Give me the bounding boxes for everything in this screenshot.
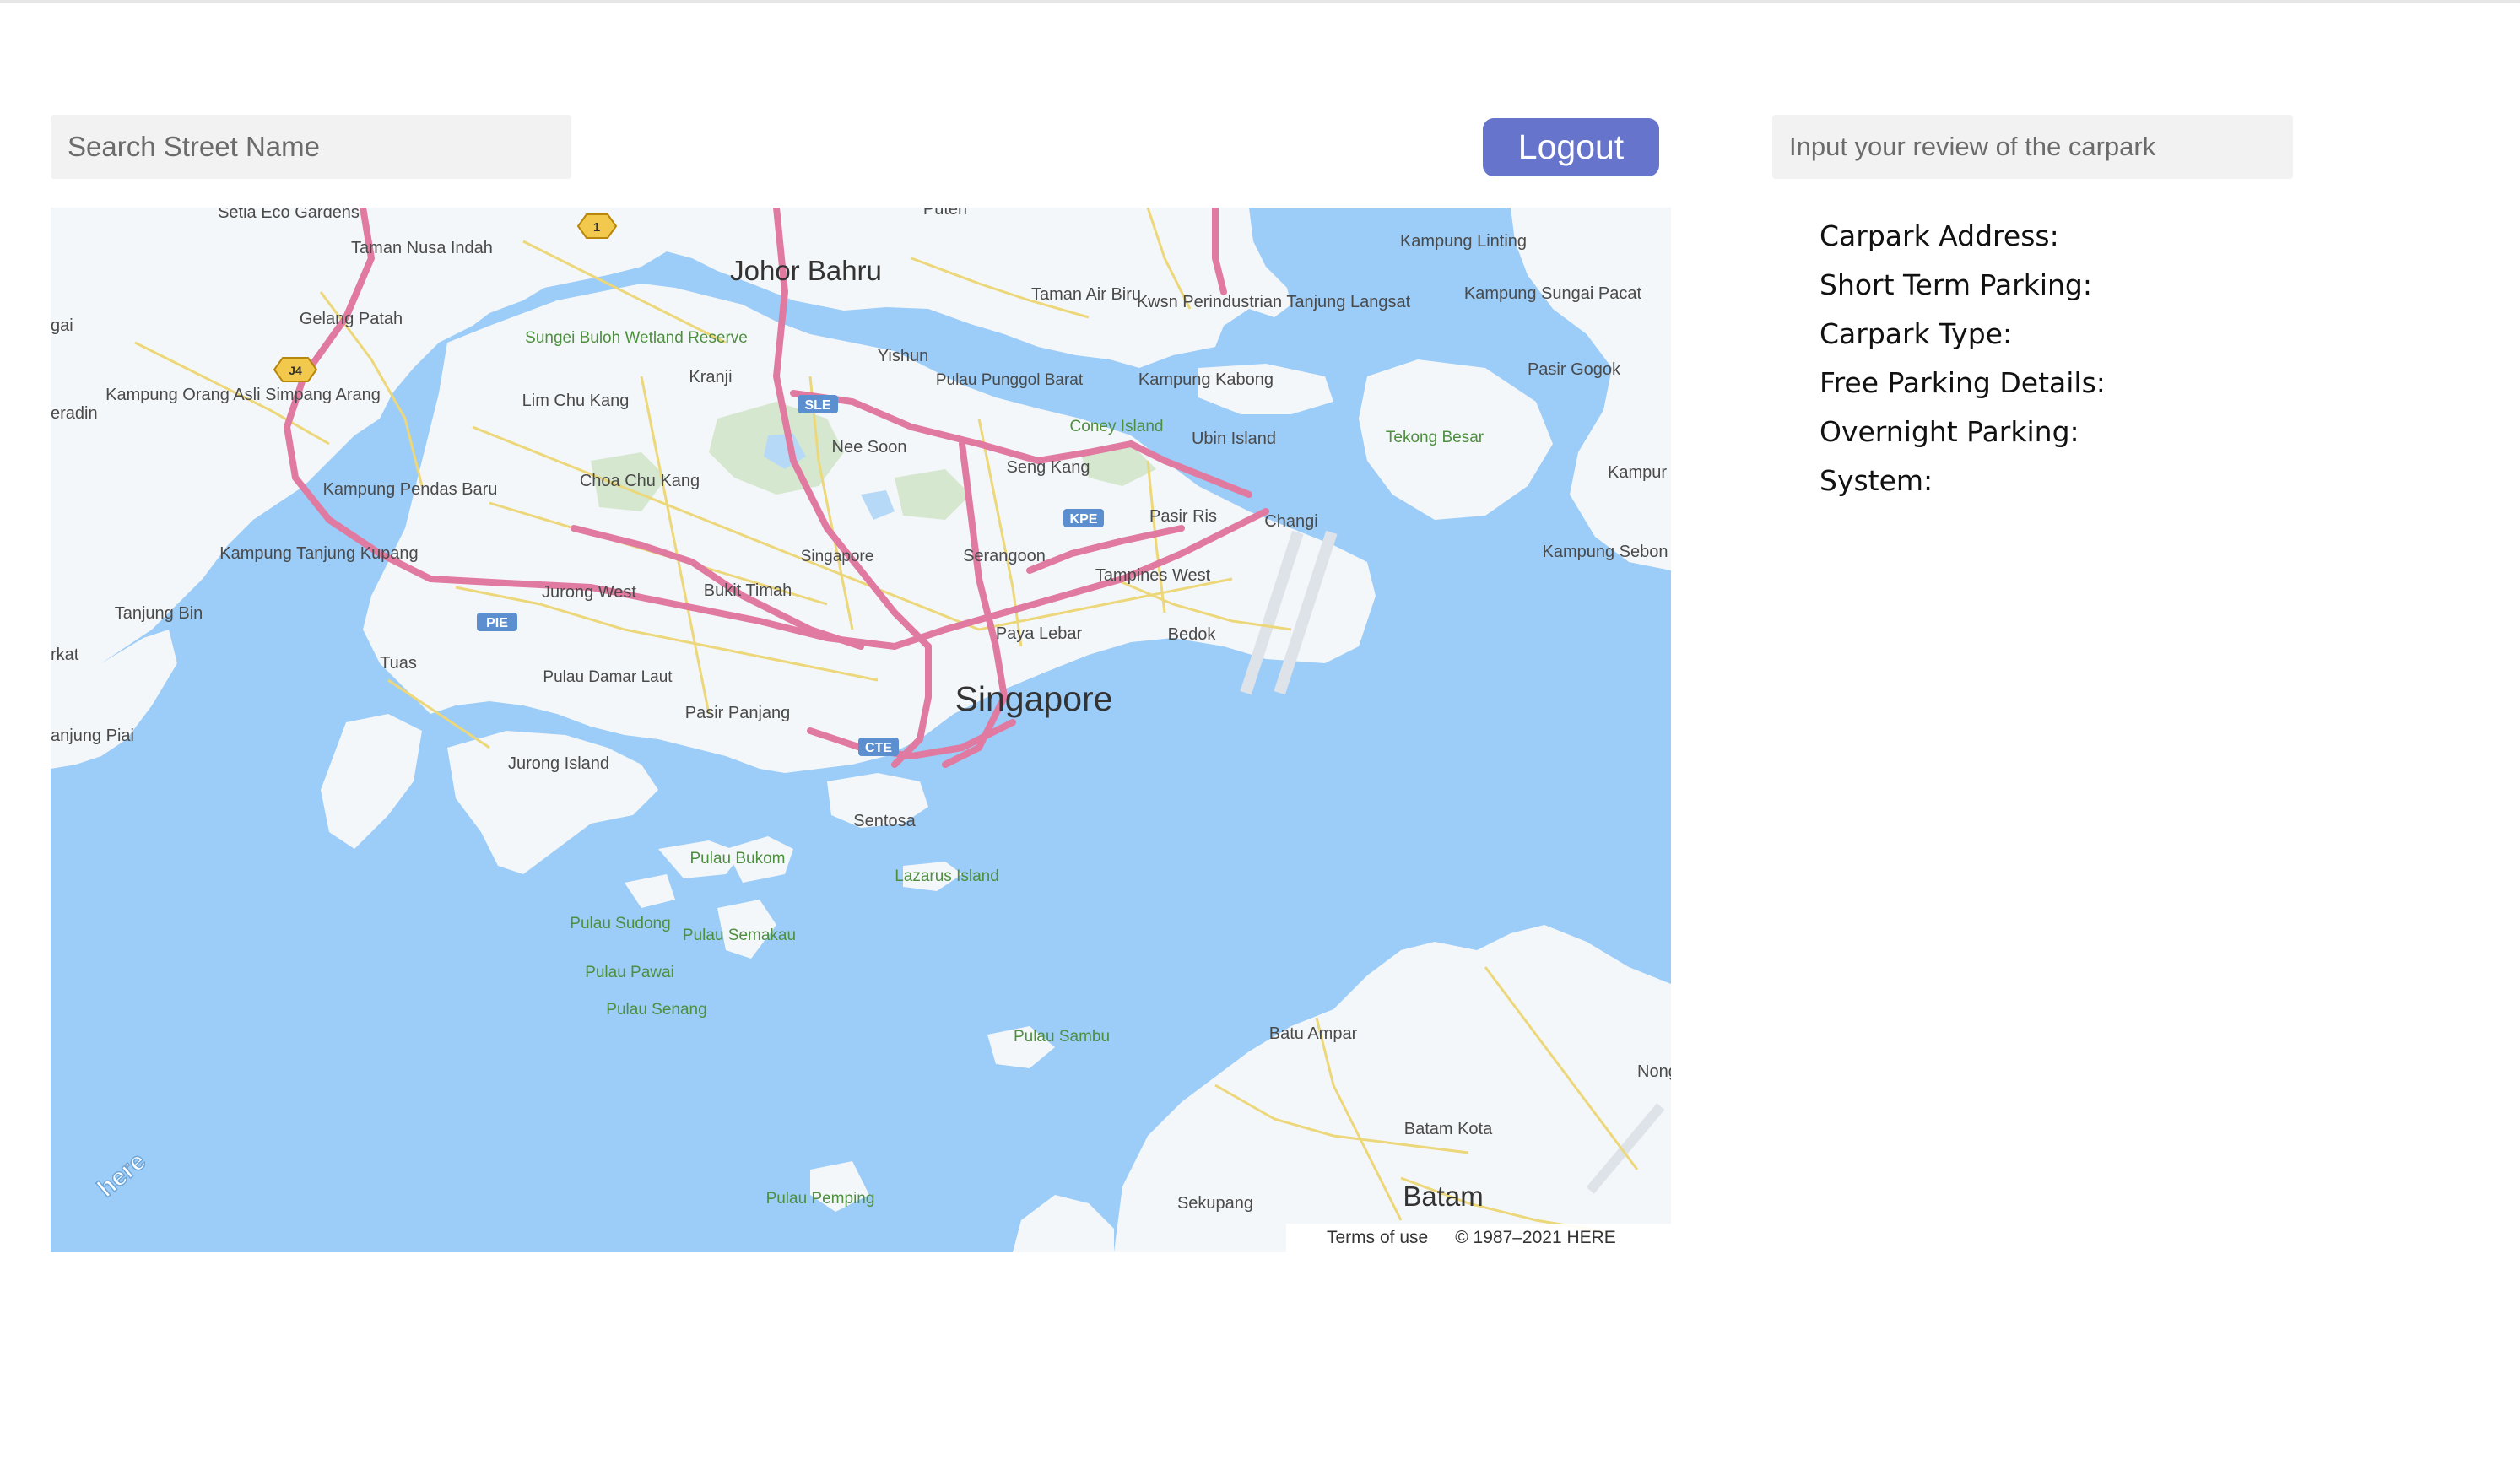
label-ubin-island: Ubin Island: [1192, 430, 1276, 448]
label-seng-kang: Seng Kang: [1007, 458, 1090, 477]
label-kampung-sungai-pacat: Kampung Sungai Pacat: [1464, 284, 1642, 303]
carpark-address-label: Carpark Address:: [1820, 219, 2059, 252]
label-pulau-senang: Pulau Senang: [606, 1001, 706, 1019]
label-pasir-gogok: Pasir Gogok: [1528, 360, 1621, 379]
label-kwsn: Kwsn Perindustrian Tanjung Langsat: [1137, 293, 1411, 311]
label-rkat: rkat: [51, 646, 79, 664]
label-kampung-kabong: Kampung Kabong: [1138, 370, 1274, 389]
label-lim-chu-kang: Lim Chu Kang: [522, 392, 630, 410]
label-jurong-island: Jurong Island: [508, 754, 609, 773]
label-setia-eco: Setia Eco Gardens: [218, 208, 360, 222]
label-batam: Batam: [1403, 1181, 1483, 1212]
map-attribution: Terms of use © 1987–2021 HERE: [1286, 1224, 1671, 1252]
label-gai: gai: [51, 316, 73, 335]
label-kampur: Kampur: [1608, 463, 1667, 482]
label-pasir-ris: Pasir Ris: [1149, 507, 1217, 526]
shield-kpe: KPE: [1070, 512, 1098, 527]
label-choa-chu-kang: Choa Chu Kang: [580, 472, 700, 490]
shield-sle: SLE: [804, 398, 830, 413]
label-pulau-sudong: Pulau Sudong: [570, 915, 670, 932]
label-yishun: Yishun: [878, 347, 928, 365]
label-johor-bahru: Johor Bahru: [730, 255, 882, 286]
label-kampung-orang-asli: Kampung Orang Asli Simpang Arang: [105, 386, 381, 404]
review-input[interactable]: [1772, 115, 2293, 179]
search-street-input[interactable]: [51, 115, 571, 179]
label-kampung-linting: Kampung Linting: [1400, 232, 1527, 251]
overnight-parking-label: Overnight Parking:: [1820, 415, 2079, 448]
label-singapore-small: Singapore: [801, 548, 874, 565]
label-puteri: Puteri: [923, 208, 967, 219]
carpark-type-label: Carpark Type:: [1820, 317, 2013, 350]
label-batam-kota: Batam Kota: [1404, 1120, 1493, 1138]
label-pasir-panjang: Pasir Panjang: [685, 704, 791, 722]
label-paya-lebar: Paya Lebar: [996, 624, 1083, 643]
label-bedok: Bedok: [1168, 625, 1217, 644]
label-kranji: Kranji: [689, 368, 732, 386]
label-pulau-damar-laut: Pulau Damar Laut: [543, 668, 673, 686]
label-sentosa: Sentosa: [853, 812, 916, 830]
label-pulau-pawai: Pulau Pawai: [585, 964, 674, 981]
label-pulau-sambu: Pulau Sambu: [1014, 1028, 1110, 1046]
map-copyright: © 1987–2021 HERE: [1455, 1228, 1616, 1247]
carpark-details-panel: Carpark Address: Short Term Parking: Car…: [1820, 212, 2106, 505]
label-tekong-besar: Tekong Besar: [1386, 429, 1484, 446]
label-pulau-bukom: Pulau Bukom: [689, 850, 785, 867]
label-batu-ampar: Batu Ampar: [1269, 1024, 1358, 1043]
terms-of-use-link[interactable]: Terms of use: [1327, 1228, 1428, 1248]
label-pulau-pemping: Pulau Pemping: [766, 1190, 875, 1208]
label-taman-air-biru: Taman Air Biru: [1031, 285, 1141, 304]
label-nee-soon: Nee Soon: [832, 438, 907, 457]
label-bukit-timah: Bukit Timah: [704, 581, 792, 600]
free-parking-details-label: Free Parking Details:: [1820, 366, 2106, 399]
label-lazarus-island: Lazarus Island: [895, 867, 999, 885]
label-jurong-west: Jurong West: [542, 583, 636, 602]
label-tampines-west: Tampines West: [1095, 566, 1211, 585]
label-kampung-sebon: Kampung Sebon: [1542, 543, 1668, 561]
shield-1: 1: [593, 220, 600, 235]
label-singapore-city: Singapore: [955, 679, 1113, 718]
label-coney-island: Coney Island: [1070, 418, 1164, 435]
label-tuas: Tuas: [380, 654, 417, 673]
label-gelang-patah: Gelang Patah: [300, 310, 403, 328]
label-eradin: eradin: [51, 404, 98, 423]
label-taman-nusa-indah: Taman Nusa Indah: [351, 239, 493, 257]
system-label: System:: [1820, 464, 1933, 497]
label-tanjung-bin: Tanjung Bin: [115, 604, 203, 623]
label-anjung-piai: anjung Piai: [51, 727, 134, 745]
label-kampung-tanjung-kupang: Kampung Tanjung Kupang: [219, 544, 418, 563]
label-nongsa: Nongsa: [1637, 1062, 1671, 1081]
label-sungei-buloh: Sungei Buloh Wetland Reserve: [525, 329, 748, 347]
logout-button[interactable]: Logout: [1483, 118, 1659, 176]
label-kampung-pendas-baru: Kampung Pendas Baru: [323, 480, 498, 499]
label-serangoon: Serangoon: [963, 547, 1046, 565]
shield-pie: PIE: [486, 616, 508, 630]
label-sekupang: Sekupang: [1177, 1194, 1253, 1213]
short-term-parking-label: Short Term Parking:: [1820, 268, 2092, 301]
label-pulau-punggol-barat: Pulau Punggol Barat: [936, 371, 1084, 389]
label-changi: Changi: [1264, 512, 1317, 531]
map-view[interactable]: SLE KPE PIE CTE J4 1 Johor Bahru Singapo…: [51, 208, 1671, 1252]
shield-j4: J4: [289, 364, 302, 377]
label-pulau-semakau: Pulau Semakau: [683, 927, 796, 944]
shield-cte: CTE: [865, 741, 892, 755]
